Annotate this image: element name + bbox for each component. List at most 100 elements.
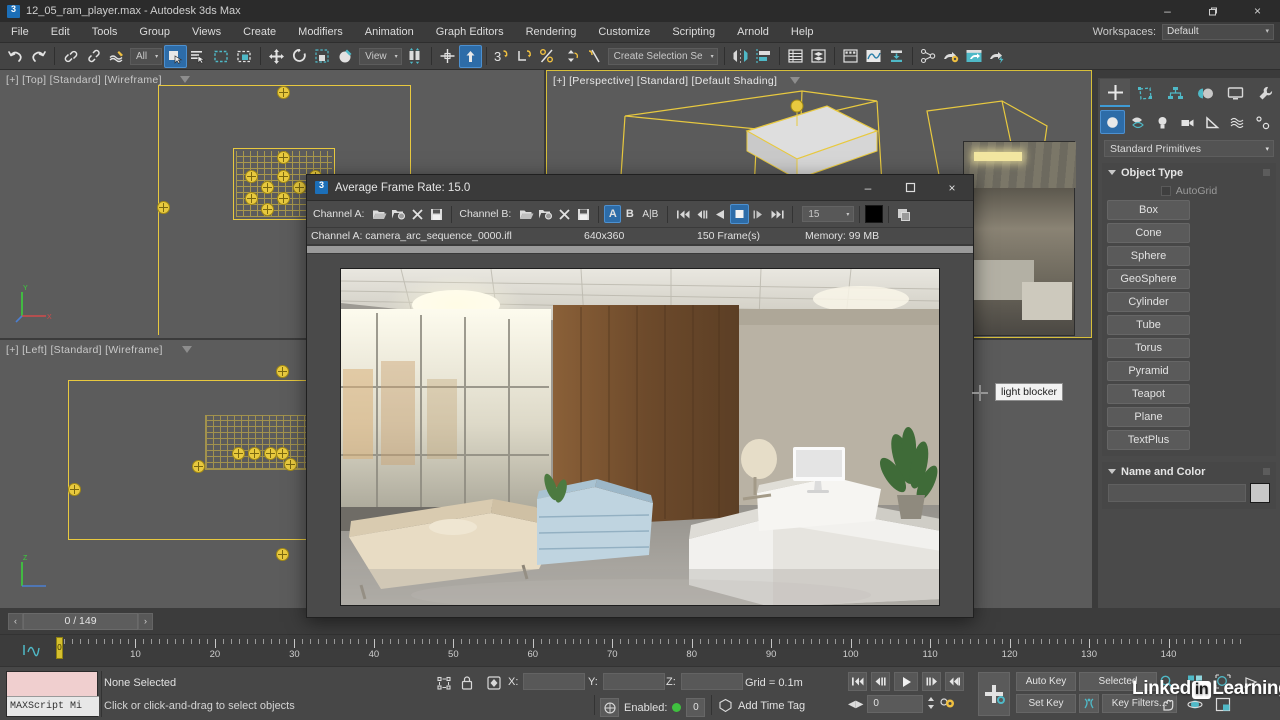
channel-a-grab-viewport-icon[interactable] <box>389 204 408 224</box>
gizmo-dot[interactable] <box>245 192 258 205</box>
spinner-snap-icon[interactable] <box>514 45 537 68</box>
menu-edit[interactable]: Edit <box>40 22 81 43</box>
use-pivot-point-center-icon[interactable] <box>404 45 427 68</box>
object-color-swatch[interactable] <box>1250 483 1270 503</box>
time-configuration-icon[interactable] <box>939 695 955 713</box>
absolute-relative-transform-toggle[interactable] <box>486 675 502 694</box>
channel-b-open-icon[interactable] <box>517 204 536 224</box>
geometry-subtab[interactable] <box>1100 110 1125 134</box>
time-slider-next-button[interactable]: › <box>138 612 153 630</box>
gizmo-dot[interactable] <box>277 192 290 205</box>
channel-a-close-icon[interactable] <box>408 204 427 224</box>
select-and-rotate-icon[interactable] <box>288 45 311 68</box>
gizmo-dot[interactable] <box>264 447 277 460</box>
channel-b-grab-viewport-icon[interactable] <box>536 204 555 224</box>
object-button-teapot[interactable]: Teapot <box>1107 384 1190 404</box>
go-to-start-button[interactable] <box>848 672 867 691</box>
edit-named-selection-sets-icon[interactable] <box>560 45 583 68</box>
go-to-end-button[interactable] <box>945 672 964 691</box>
time-slider-frame-field[interactable]: 0 / 149 <box>23 612 138 630</box>
viewport-top-label[interactable]: [+] [Top] [Standard] [Wireframe] <box>6 74 162 86</box>
bind-to-space-warp-icon[interactable] <box>105 45 128 68</box>
close-button[interactable]: × <box>1235 0 1280 22</box>
name-and-color-header[interactable]: Name and Color <box>1102 462 1276 481</box>
key-mode-toggle-icon[interactable] <box>1079 694 1099 713</box>
select-and-link-icon[interactable] <box>59 45 82 68</box>
object-button-tube[interactable]: Tube <box>1107 315 1190 335</box>
select-and-place-icon[interactable] <box>334 45 357 68</box>
viewport-left-menu-icon[interactable] <box>182 346 192 353</box>
gizmo-dot[interactable] <box>261 203 274 216</box>
lights-subtab[interactable] <box>1150 110 1175 134</box>
gizmo-dot[interactable] <box>157 201 170 214</box>
ram-player-previous-frame-button[interactable] <box>692 204 711 224</box>
modify-tab[interactable] <box>1130 79 1160 107</box>
rendered-frame-window-icon[interactable] <box>963 45 986 68</box>
enabled-value[interactable]: 0 <box>686 698 706 717</box>
workspaces-select[interactable]: Default ▾ <box>1162 24 1274 40</box>
autogrid-row[interactable]: AutoGrid <box>1102 182 1276 200</box>
undo-icon[interactable] <box>4 45 27 68</box>
add-time-tag-label[interactable]: Add Time Tag <box>738 700 805 712</box>
gizmo-dot[interactable] <box>261 181 274 194</box>
adaptive-degradation-icon[interactable] <box>600 698 619 717</box>
mirror-icon[interactable] <box>583 45 606 68</box>
cameras-subtab[interactable] <box>1175 110 1200 134</box>
selection-filter-dropdown[interactable]: All ▾ <box>130 47 163 65</box>
time-slider-prev-button[interactable]: ‹ <box>8 612 23 630</box>
viewport-left-label[interactable]: [+] [Left] [Standard] [Wireframe] <box>6 344 163 356</box>
time-tag-icon[interactable] <box>718 698 733 716</box>
object-button-cylinder[interactable]: Cylinder <box>1107 292 1190 312</box>
ram-player-last-frame-button[interactable] <box>768 204 787 224</box>
display-tab[interactable] <box>1220 79 1250 107</box>
gizmo-dot[interactable] <box>248 447 261 460</box>
object-button-box[interactable]: Box <box>1107 200 1190 220</box>
menu-group[interactable]: Group <box>128 22 181 43</box>
current-frame-input[interactable]: 0 <box>867 695 924 713</box>
track-bar[interactable]: 10 20 30 40 50 60 70 80 90 100 110 120 130 140 0 <box>0 634 1280 666</box>
select-by-name-icon[interactable] <box>187 45 210 68</box>
object-name-input[interactable] <box>1108 484 1246 502</box>
channel-a-save-icon[interactable] <box>427 204 446 224</box>
ram-player-options-icon[interactable] <box>894 204 913 224</box>
gizmo-dot[interactable] <box>277 170 290 183</box>
named-selection-sets-dropdown[interactable]: Create Selection Se ▾ <box>607 47 718 65</box>
pin-icon[interactable] <box>1263 468 1270 475</box>
ram-player-close-button[interactable]: × <box>931 175 973 201</box>
show-channel-b-button[interactable]: B <box>621 205 638 223</box>
channel-b-save-icon[interactable] <box>574 204 593 224</box>
viewport-perspective-menu-icon[interactable] <box>790 77 800 84</box>
ram-player-maximize-button[interactable] <box>889 175 931 201</box>
material-editor-icon[interactable] <box>917 45 940 68</box>
snaps-toggle-icon[interactable] <box>436 45 459 68</box>
primitive-category-dropdown[interactable]: Standard Primitives ▾ <box>1104 140 1274 157</box>
scene-explorer-icon[interactable] <box>784 45 807 68</box>
gizmo-dot[interactable] <box>276 548 289 561</box>
ram-player-play-forward-button[interactable] <box>749 204 768 224</box>
systems-subtab[interactable] <box>1250 110 1275 134</box>
play-animation-button[interactable] <box>894 672 918 691</box>
ram-player-background-color-swatch[interactable] <box>865 205 884 223</box>
object-button-sphere[interactable]: Sphere <box>1107 246 1190 266</box>
create-tab[interactable] <box>1100 79 1130 107</box>
ram-player-first-frame-button[interactable] <box>673 204 692 224</box>
auto-key-button[interactable]: Auto Key <box>1016 672 1076 691</box>
y-input[interactable] <box>602 673 665 690</box>
x-input[interactable] <box>523 673 586 690</box>
mirror-selected-objects-icon[interactable] <box>729 45 752 68</box>
gizmo-dot[interactable] <box>245 170 258 183</box>
menu-rendering[interactable]: Rendering <box>515 22 588 43</box>
object-button-textplus[interactable]: TextPlus <box>1107 430 1190 450</box>
ram-player-minimize-button[interactable]: – <box>847 175 889 201</box>
autogrid-checkbox[interactable] <box>1160 186 1171 196</box>
viewport-perspective-label[interactable]: [+] [Perspective] [Standard] [Default Sh… <box>553 75 777 87</box>
gizmo-dot[interactable] <box>277 86 290 99</box>
space-warps-subtab[interactable] <box>1225 110 1250 134</box>
object-button-cone[interactable]: Cone <box>1107 223 1190 243</box>
object-button-pyramid[interactable]: Pyramid <box>1107 361 1190 381</box>
gizmo-dot[interactable] <box>277 151 290 164</box>
gizmo-dot[interactable] <box>293 181 306 194</box>
select-and-scale-icon[interactable] <box>311 45 334 68</box>
z-input[interactable] <box>680 673 743 690</box>
ram-player-play-backwards-button[interactable] <box>711 204 730 224</box>
